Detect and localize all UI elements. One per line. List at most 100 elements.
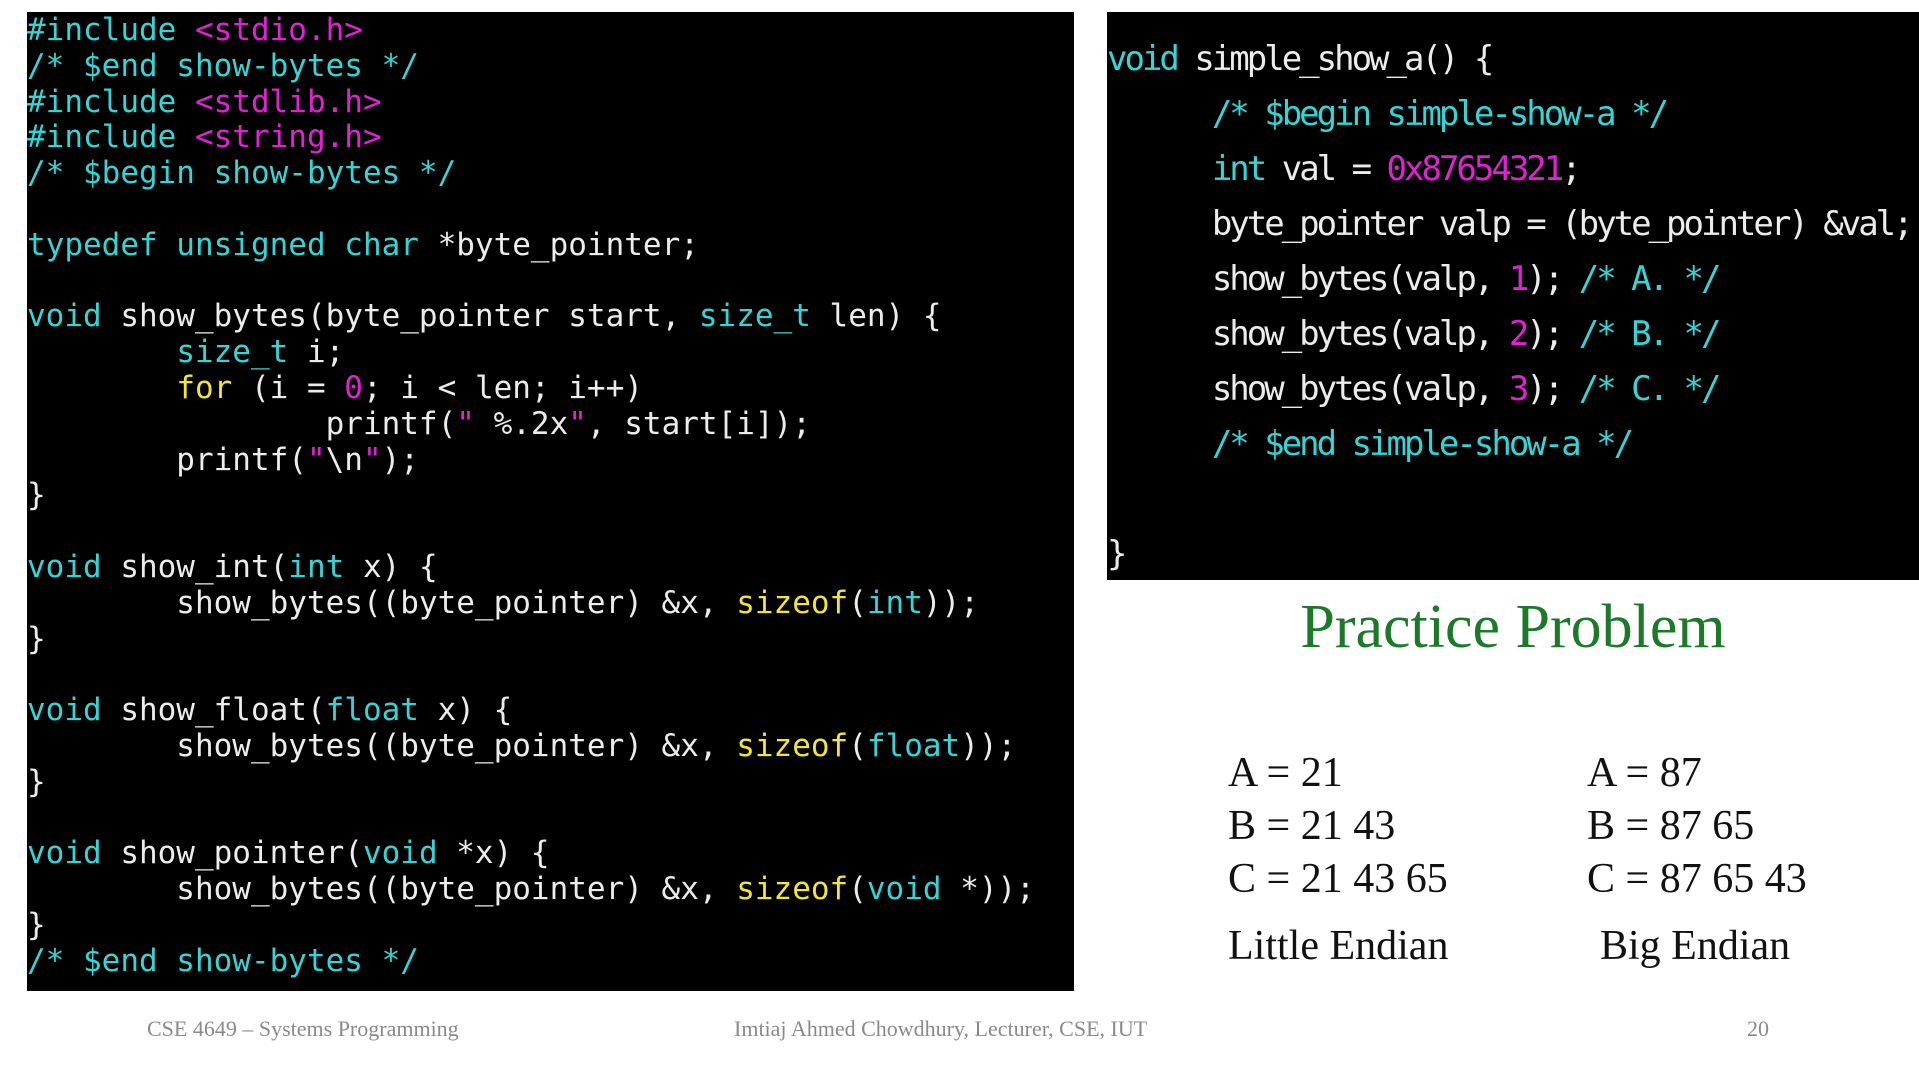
code-line: /* $begin show-bytes */ — [27, 155, 1074, 192]
code-line: } — [1107, 527, 1919, 580]
answer-b-big: B = 87 65 — [1587, 803, 1755, 849]
code-token: len) { — [810, 298, 942, 335]
code-token: void — [866, 871, 942, 908]
code-token: size_t — [698, 298, 811, 335]
code-line: /* $end simple-show-a */ — [1107, 417, 1919, 472]
code-token: i; — [288, 334, 345, 371]
code-token: 3 — [1508, 369, 1530, 409]
code-line: void simple_show_a() { — [1107, 32, 1919, 87]
code-token: simple_show_a() { — [1176, 39, 1494, 79]
code-token: void — [27, 692, 102, 729]
code-token: *)); — [941, 871, 1035, 908]
code-token: 2 — [1508, 314, 1530, 354]
code-token: ); — [1526, 314, 1579, 354]
code-token: show_bytes(valp, — [1107, 369, 1509, 409]
code-token: *byte_pointer; — [418, 226, 699, 263]
code-token: } — [27, 620, 46, 657]
code-token: byte_pointer valp = (byte_pointer) &val; — [1107, 204, 1914, 244]
code-line: typedef unsigned char *byte_pointer; — [27, 226, 1074, 264]
code-token: typedef unsigned char — [27, 226, 419, 263]
code-token: sizeof — [736, 727, 849, 764]
code-line: } — [27, 764, 1074, 801]
code-token: %.2x — [493, 405, 569, 442]
code-line: } — [27, 620, 1074, 658]
code-token: ); — [1526, 369, 1579, 409]
slide-title: Practice Problem — [1300, 593, 1726, 661]
code-token: ; i < len; i++) — [362, 369, 643, 406]
code-token: 0x87654321 — [1386, 149, 1565, 189]
big-endian-label: Big Endian — [1600, 923, 1791, 969]
answer-c-big: C = 87 65 43 — [1587, 856, 1807, 902]
code-line: void show_bytes(byte_pointer start, size… — [27, 298, 1074, 335]
answer-a-big: A = 87 — [1587, 750, 1702, 796]
code-token: #include — [27, 83, 195, 120]
code-token: show_int( — [101, 548, 289, 585]
answer-a-little: A = 21 — [1228, 750, 1343, 796]
code-token: int — [1211, 149, 1267, 189]
code-token: show_bytes(byte_pointer start, — [101, 298, 699, 335]
code-token: show_bytes((byte_pointer) &x, — [27, 584, 737, 621]
code-token: /* $begin simple-show-a */ — [1211, 94, 1669, 134]
answer-c-little: C = 21 43 65 — [1228, 856, 1448, 902]
code-token: int — [866, 584, 923, 621]
code-line: #include <string.h> — [27, 119, 1074, 156]
code-line: /* $end show-bytes */ — [27, 47, 1074, 85]
code-line: for (i = 0; i < len; i++) — [27, 369, 1074, 407]
code-token: show_bytes(valp, — [1107, 314, 1509, 354]
code-token: ( — [848, 727, 867, 764]
big-endian-answers: A = 87 B = 87 65 C = 87 65 43 — [1587, 747, 1807, 906]
code-line: #include <stdio.h> — [27, 12, 1074, 49]
code-token: void — [27, 548, 102, 585]
footer-author: Imtiaj Ahmed Chowdhury, Lecturer, CSE, I… — [734, 1016, 1148, 1041]
code-line: /* $begin simple-show-a */ — [1107, 87, 1919, 142]
code-token: )); — [960, 727, 1017, 764]
code-token: float — [866, 727, 961, 764]
code-token: /* $end show-bytes */ — [27, 47, 419, 84]
code-line: } — [27, 477, 1074, 514]
code-token: } — [1107, 534, 1128, 574]
code-token: " — [362, 441, 382, 478]
code-token: 1 — [1508, 259, 1530, 299]
code-token: " — [568, 405, 587, 442]
code-token: #include — [27, 119, 195, 156]
code-line: show_bytes((byte_pointer) &x, sizeof(flo… — [27, 727, 1074, 765]
little-endian-answers: A = 21 B = 21 43 C = 21 43 65 — [1228, 747, 1448, 906]
code-token: 0 — [344, 369, 363, 406]
code-line: size_t i; — [27, 334, 1074, 371]
answer-b-little: B = 21 43 — [1228, 803, 1396, 849]
code-token: } — [27, 477, 46, 514]
code-token: *x) { — [437, 835, 550, 872]
code-token: <string.h> — [194, 119, 382, 156]
code-token: int — [288, 548, 345, 585]
code-line: void show_int(int x) { — [27, 548, 1074, 586]
code-token: void — [27, 835, 102, 872]
code-token: void — [27, 298, 102, 335]
code-token: } — [27, 906, 46, 943]
code-line: void show_float(float x) { — [27, 692, 1074, 729]
code-token: \n — [325, 441, 363, 478]
code-token: show_bytes((byte_pointer) &x, — [27, 727, 737, 764]
code-token: show_bytes(valp, — [1107, 259, 1509, 299]
code-token: <stdlib.h> — [194, 83, 382, 120]
code-line: show_bytes((byte_pointer) &x, sizeof(int… — [27, 584, 1074, 622]
code-line: } — [27, 906, 1074, 944]
code-token: /* $begin show-bytes */ — [27, 155, 457, 192]
code-token: ( — [848, 584, 867, 621]
code-token: )); — [922, 584, 979, 621]
code-token: x) { — [344, 548, 438, 585]
code-token: float — [325, 692, 419, 729]
code-token: for — [176, 369, 233, 406]
code-token: sizeof — [736, 584, 849, 621]
code-token: /* $end simple-show-a */ — [1211, 424, 1634, 464]
code-token: x) { — [418, 692, 513, 729]
code-token: show_bytes((byte_pointer) &x, — [27, 871, 737, 908]
code-token: /* $end show-bytes */ — [27, 942, 419, 979]
code-token: void — [362, 835, 438, 872]
code-token: void — [1107, 39, 1180, 79]
code-token: #include — [27, 12, 195, 48]
